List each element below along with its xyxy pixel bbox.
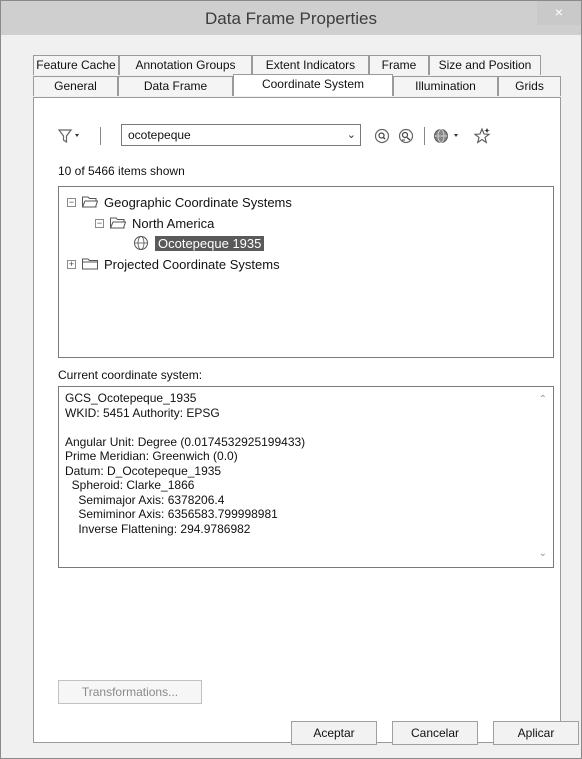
tree-node-projected[interactable]: + Projected Coordinate Systems [67, 255, 280, 273]
toolbar-separator [100, 127, 101, 145]
toolbar: ocotepeque ⌄ [56, 124, 536, 148]
tree-node-ocotepeque[interactable]: Ocotepeque 1935 [133, 234, 265, 252]
tab-coordinate-system[interactable]: Coordinate System [233, 74, 393, 96]
toolbar-separator [424, 127, 425, 145]
expand-icon[interactable]: + [67, 259, 76, 269]
dialog-window: Data Frame Properties × Feature Cache An… [0, 0, 582, 759]
items-count: 10 of 5466 items shown [58, 164, 185, 178]
tab-feature-cache[interactable]: Feature Cache [33, 55, 119, 75]
collapse-icon[interactable]: − [95, 218, 104, 228]
detail-line: Semiminor Axis: 6356583.799998981 [65, 507, 278, 521]
scroll-up-icon[interactable]: ⌃ [539, 393, 547, 408]
tab-data-frame[interactable]: Data Frame [118, 76, 233, 96]
scroll-down-icon[interactable]: ⌄ [539, 547, 547, 562]
open-folder-icon [82, 196, 98, 208]
chevron-down-icon[interactable]: ⌄ [347, 125, 356, 145]
search-icon[interactable] [372, 127, 392, 145]
apply-button[interactable]: Aplicar [493, 721, 579, 745]
detail-line [65, 420, 547, 435]
tab-general[interactable]: General [33, 76, 118, 96]
current-coordinate-system-details[interactable]: GCS_Ocotepeque_1935 WKID: 5451 Authority… [58, 386, 554, 568]
detail-line: Semimajor Axis: 6378206.4 [65, 492, 225, 507]
title-bar[interactable]: Data Frame Properties × [1, 1, 581, 35]
favorite-star-icon[interactable] [472, 127, 492, 145]
detail-line: Spheroid: Clarke_1866 [65, 478, 195, 492]
detail-line: Prime Meridian: Greenwich (0.0) [65, 449, 238, 463]
collapse-icon[interactable]: − [67, 197, 76, 207]
tree-node-north-america[interactable]: − North America [95, 214, 214, 232]
ok-button[interactable]: Aceptar [291, 721, 377, 745]
tab-annotation-groups[interactable]: Annotation Groups [119, 55, 252, 75]
coordinate-system-tree[interactable]: − Geographic Coordinate Systems − North … [58, 186, 554, 358]
tab-frame[interactable]: Frame [369, 55, 429, 75]
tree-node-label: North America [132, 215, 215, 231]
filter-icon[interactable] [56, 127, 86, 145]
detail-line: Inverse Flattening: 294.9786982 [65, 521, 251, 536]
tree-node-label: Projected Coordinate Systems [104, 256, 280, 272]
tab-grids[interactable]: Grids [498, 76, 561, 96]
coordinate-system-panel: ocotepeque ⌄ 10 of 5466 items shown − Ge… [33, 97, 561, 743]
dialog-client: Feature Cache Annotation Groups Extent I… [9, 35, 579, 750]
search-input-value: ocotepeque [128, 128, 191, 142]
tree-node-geographic[interactable]: − Geographic Coordinate Systems [67, 193, 292, 211]
globe-icon [133, 235, 149, 251]
transformations-button[interactable]: Transformations... [58, 680, 202, 704]
tab-illumination[interactable]: Illumination [393, 76, 498, 96]
detail-line: Datum: D_Ocotepeque_1935 [65, 463, 222, 478]
detail-line: WKID: 5451 Authority: EPSG [65, 405, 220, 420]
globe-icon[interactable] [432, 127, 468, 145]
tab-row-bottom: General Data Frame Coordinate System Ill… [33, 74, 561, 97]
cancel-button[interactable]: Cancelar [392, 721, 478, 745]
close-button[interactable]: × [537, 1, 581, 25]
tab-extent-indicators[interactable]: Extent Indicators [252, 55, 369, 75]
tree-node-label: Geographic Coordinate Systems [104, 194, 292, 210]
clear-search-icon[interactable] [396, 127, 416, 145]
search-input[interactable]: ocotepeque ⌄ [121, 124, 361, 146]
tree-node-label-selected: Ocotepeque 1935 [155, 235, 265, 251]
tab-size-and-position[interactable]: Size and Position [429, 55, 541, 75]
tab-row-top: Feature Cache Annotation Groups Extent I… [33, 55, 541, 76]
detail-line: GCS_Ocotepeque_1935 [65, 391, 197, 405]
detail-line: Angular Unit: Degree (0.0174532925199433… [65, 434, 306, 449]
open-folder-icon [110, 217, 126, 229]
folder-icon [82, 258, 98, 270]
window-title: Data Frame Properties [205, 9, 377, 28]
current-coordinate-system-label: Current coordinate system: [58, 368, 203, 382]
